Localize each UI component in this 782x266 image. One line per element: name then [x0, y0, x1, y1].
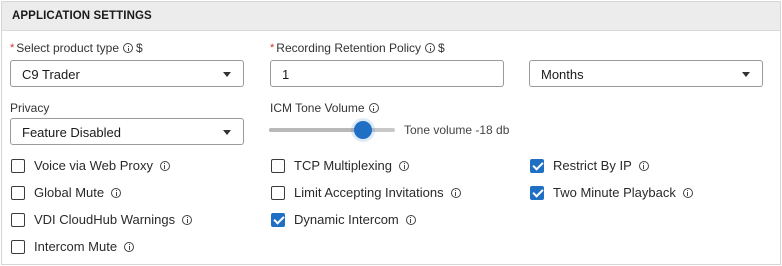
privacy-label: Privacy — [10, 101, 50, 115]
checkbox-limit-invitations[interactable]: Limit Accepting Invitations — [271, 185, 461, 200]
checkbox[interactable] — [530, 185, 544, 200]
tone-volume-slider-fill — [269, 128, 355, 132]
info-icon[interactable] — [682, 187, 693, 198]
checkbox-vdi-cloudhub[interactable]: VDI CloudHub Warnings — [11, 212, 193, 227]
checkbox-label: Dynamic Intercom — [294, 212, 399, 227]
checkbox-dynamic-intercom[interactable]: Dynamic Intercom — [271, 212, 416, 227]
product-type-label: Select product type — [16, 41, 120, 55]
info-icon[interactable] — [450, 187, 461, 198]
checkbox-label: TCP Multiplexing — [294, 158, 393, 173]
checkbox[interactable] — [11, 212, 25, 227]
checkbox-label: VDI CloudHub Warnings — [34, 212, 176, 227]
checkbox[interactable] — [11, 185, 25, 200]
checkbox-label: Voice via Web Proxy — [34, 158, 153, 173]
info-icon[interactable] — [368, 103, 379, 113]
checkbox[interactable] — [530, 158, 544, 173]
checkbox[interactable] — [271, 212, 285, 227]
info-icon[interactable] — [638, 160, 649, 171]
checkbox-two-minute-playback[interactable]: Two Minute Playback — [530, 185, 693, 200]
retention-value: 1 — [282, 67, 290, 82]
retention-unit-value: Months — [541, 67, 584, 82]
icm-tone-label: ICM Tone Volume — [270, 101, 365, 115]
retention-label: Recording Retention Policy — [276, 41, 422, 55]
info-icon[interactable] — [124, 241, 135, 252]
checkbox-restrict-by-ip[interactable]: Restrict By IP — [530, 158, 649, 173]
chevron-down-icon — [742, 72, 750, 77]
checkbox[interactable] — [11, 158, 25, 173]
retention-value-input[interactable]: 1 — [270, 60, 504, 87]
section-title: APPLICATION SETTINGS — [12, 10, 152, 22]
info-icon[interactable] — [159, 160, 170, 171]
info-icon[interactable] — [425, 43, 436, 53]
checkbox[interactable] — [271, 185, 285, 200]
chevron-down-icon — [223, 72, 231, 77]
checkbox-voice-web-proxy[interactable]: Voice via Web Proxy — [11, 158, 170, 173]
checkbox-intercom-mute[interactable]: Intercom Mute — [11, 239, 135, 254]
section-header: APPLICATION SETTINGS — [2, 2, 780, 31]
retention-label-row: * Recording Retention Policy $ — [270, 41, 445, 55]
tone-volume-slider-track[interactable] — [269, 128, 395, 132]
checkbox[interactable] — [11, 239, 25, 254]
info-icon[interactable] — [111, 187, 122, 198]
checkbox-global-mute[interactable]: Global Mute — [11, 185, 122, 200]
checkbox-label: Intercom Mute — [34, 239, 118, 254]
privacy-select[interactable]: Feature Disabled — [10, 118, 244, 145]
retention-unit-select[interactable]: Months — [529, 60, 763, 87]
icm-tone-label-row: ICM Tone Volume — [270, 101, 379, 115]
tone-volume-slider-thumb[interactable] — [354, 121, 372, 139]
privacy-label-row: Privacy — [10, 101, 49, 115]
product-type-value: C9 Trader — [22, 67, 80, 82]
info-icon[interactable] — [182, 214, 193, 225]
checkbox[interactable] — [271, 158, 285, 173]
checkbox-label: Limit Accepting Invitations — [294, 185, 444, 200]
info-icon[interactable] — [399, 160, 410, 171]
tone-volume-readout: Tone volume -18 db — [404, 123, 510, 137]
checkbox-label: Two Minute Playback — [553, 185, 676, 200]
currency-symbol: $ — [136, 41, 143, 55]
checkbox-label: Global Mute — [34, 185, 105, 200]
checkbox-label: Restrict By IP — [553, 158, 632, 173]
checkbox-tcp-multiplexing[interactable]: TCP Multiplexing — [271, 158, 410, 173]
info-icon[interactable] — [123, 43, 134, 53]
chevron-down-icon — [223, 130, 231, 135]
product-type-label-row: * Select product type $ — [10, 41, 143, 55]
required-marker: * — [10, 42, 15, 54]
currency-symbol: $ — [438, 41, 445, 55]
info-icon[interactable] — [405, 214, 416, 225]
privacy-value: Feature Disabled — [22, 125, 121, 140]
required-marker: * — [270, 42, 275, 54]
product-type-select[interactable]: C9 Trader — [10, 60, 244, 87]
